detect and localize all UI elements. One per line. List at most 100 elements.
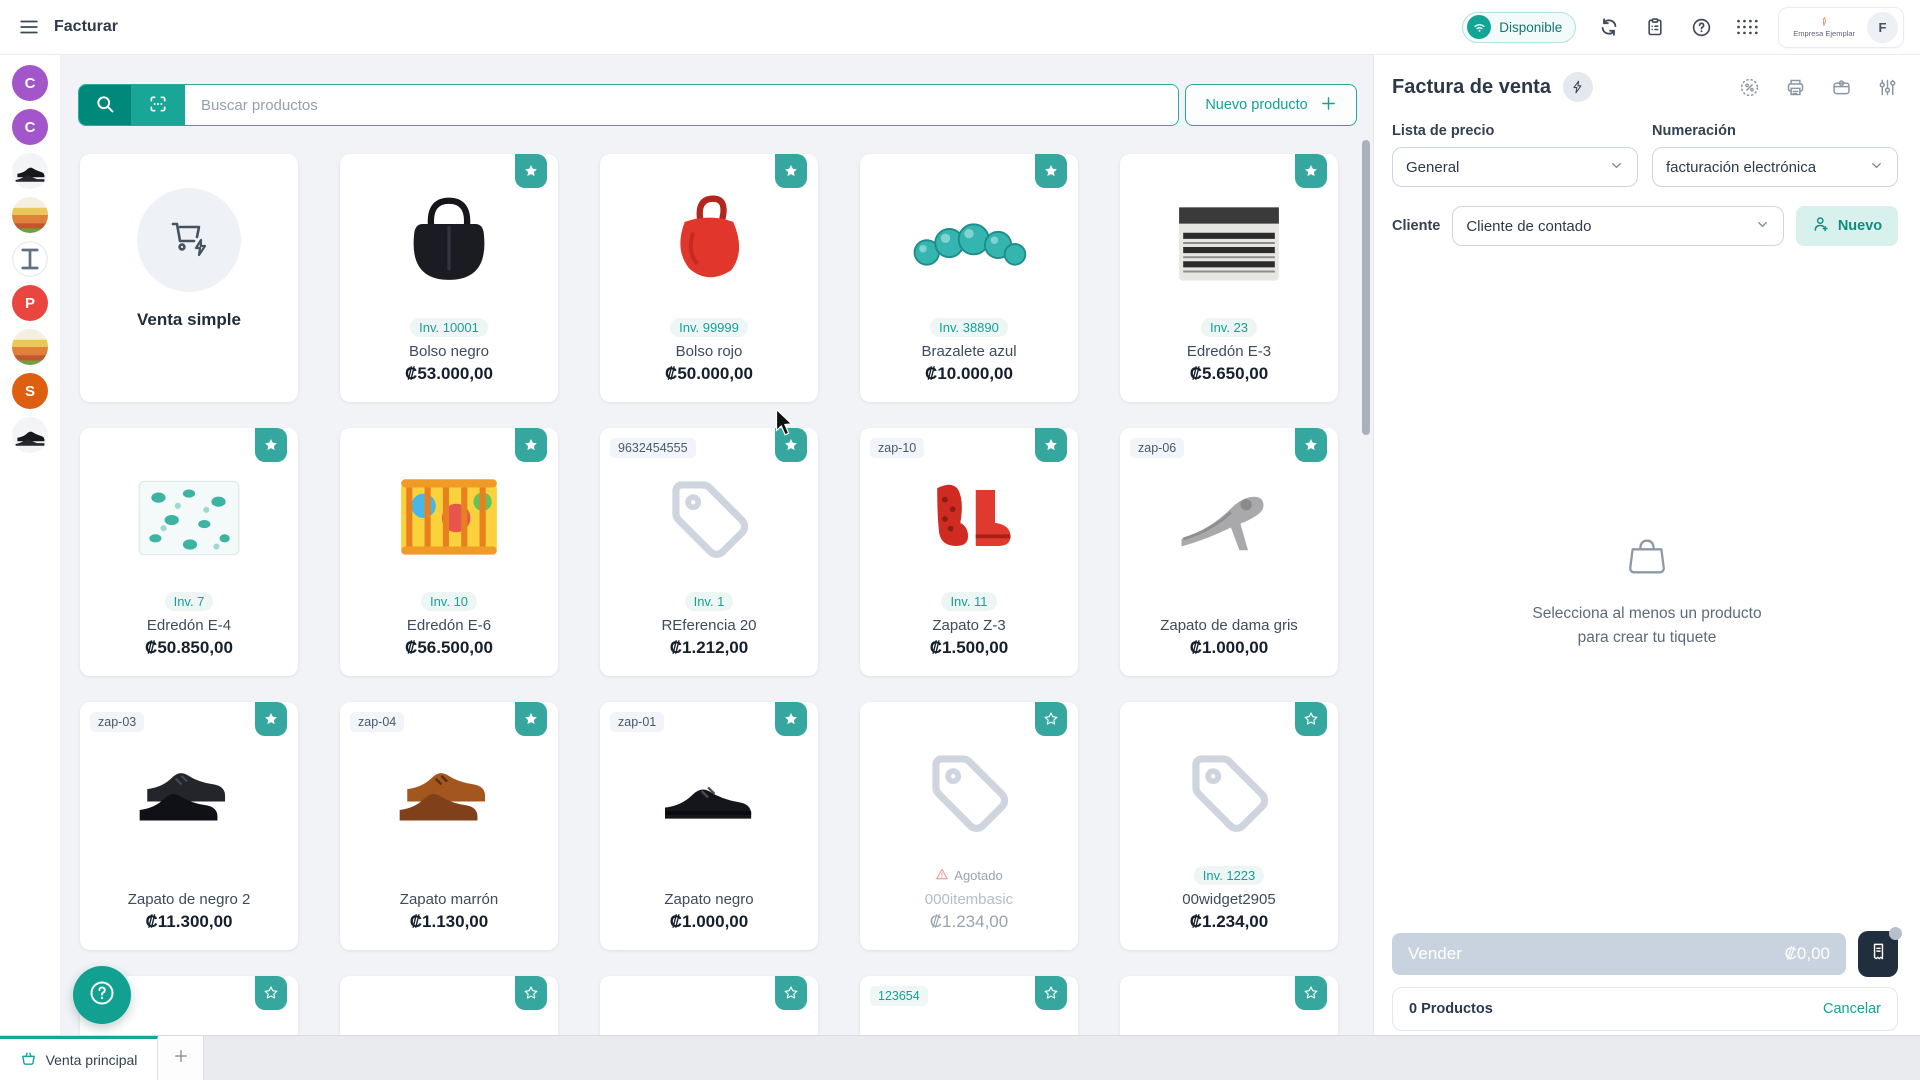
ticket-button[interactable]: [1858, 931, 1898, 977]
invoice-title: Factura de venta: [1392, 76, 1551, 99]
search-input[interactable]: [185, 85, 1178, 125]
venta-simple-label: Venta simple: [80, 310, 298, 330]
numbering-field: Numeración facturación electrónica: [1652, 123, 1898, 187]
search-button[interactable]: [79, 85, 131, 125]
product-meta: Inv. 1 REferencia 20 ₡1.212,00: [606, 590, 812, 658]
product-card[interactable]: [340, 976, 558, 1035]
cash-drawer-icon[interactable]: [1830, 76, 1852, 98]
product-card[interactable]: [1120, 976, 1338, 1035]
product-price: ₡50.850,00: [86, 638, 292, 658]
apps-grid-icon[interactable]: [1734, 14, 1760, 40]
receipt-icon: [1869, 942, 1888, 966]
product-image: [340, 444, 558, 592]
sidebar-category-avatar[interactable]: P: [12, 285, 48, 321]
settings-sliders-icon[interactable]: [1876, 76, 1898, 98]
inventory-line: [346, 864, 552, 886]
product-name: Zapato de dama gris: [1126, 617, 1332, 634]
tab-label: Venta principal: [46, 1052, 138, 1068]
product-meta: Inv. 10001 Bolso negro ₡53.000,00: [346, 316, 552, 384]
product-card[interactable]: zap-06 Zapato de dama gris ₡1.000,00: [1120, 428, 1338, 676]
category-sidebar: CC P S: [0, 55, 60, 1035]
out-of-stock-label: Agotado: [935, 867, 1002, 884]
sell-label: Vender: [1408, 944, 1462, 964]
product-price: ₡56.500,00: [346, 638, 552, 658]
product-image: [860, 718, 1078, 866]
product-card[interactable]: zap-10 Inv. 11 Zapato Z-3 ₡1.500,00: [860, 428, 1078, 676]
person-plus-icon: [1812, 215, 1830, 237]
sidebar-category-avatar[interactable]: C: [12, 109, 48, 145]
sidebar-category-avatar[interactable]: [12, 241, 48, 277]
product-card[interactable]: Inv. 23 Edredón E-3 ₡5.650,00: [1120, 154, 1338, 402]
status-badge[interactable]: Disponible: [1462, 12, 1576, 43]
quick-sale-circle: [137, 188, 241, 292]
sidebar-category-avatar[interactable]: [12, 153, 48, 189]
print-icon[interactable]: [1784, 76, 1806, 98]
product-card[interactable]: Agotado 000itembasic ₡1.234,00: [860, 702, 1078, 950]
product-name: Zapato Z-3: [866, 617, 1072, 634]
lightning-badge-icon[interactable]: [1563, 72, 1593, 102]
sidebar-category-avatar[interactable]: S: [12, 373, 48, 409]
sync-icon[interactable]: [1596, 14, 1622, 40]
company-logo: Empresa Ejemplar: [1793, 16, 1855, 38]
price-list-label: Lista de precio: [1392, 123, 1638, 139]
new-client-button[interactable]: Nuevo: [1796, 206, 1898, 246]
numbering-select[interactable]: facturación electrónica: [1652, 147, 1898, 187]
inventory-line: Inv. 11: [866, 590, 1072, 612]
product-card[interactable]: Inv. 99999 Bolso rojo ₡50.000,00: [600, 154, 818, 402]
product-price: ₡50.000,00: [606, 364, 812, 384]
user-avatar[interactable]: F: [1867, 12, 1898, 43]
plus-icon: [1320, 95, 1337, 116]
sell-button[interactable]: Vender ₡0,00: [1392, 933, 1846, 975]
product-price: ₡1.130,00: [346, 912, 552, 932]
product-card[interactable]: Inv. 10 Edredón E-6 ₡56.500,00: [340, 428, 558, 676]
tab-venta-principal[interactable]: Venta principal: [0, 1036, 158, 1080]
invoice-panel: Factura de venta List: [1373, 55, 1920, 1035]
product-name: Zapato negro: [606, 891, 812, 908]
product-card[interactable]: zap-01 Zapato negro ₡1.000,00: [600, 702, 818, 950]
product-price: ₡1.500,00: [866, 638, 1072, 658]
new-product-label: Nuevo producto: [1205, 97, 1307, 113]
numbering-value: facturación electrónica: [1666, 159, 1816, 176]
sidebar-category-avatar[interactable]: [12, 329, 48, 365]
product-card[interactable]: zap-04 Zapato marrón ₡1.130,00: [340, 702, 558, 950]
product-card[interactable]: Inv. 10001 Bolso negro ₡53.000,00: [340, 154, 558, 402]
price-list-select[interactable]: General: [1392, 147, 1638, 187]
product-card[interactable]: 9632454555 Inv. 1 REferencia 20 ₡1.212,0…: [600, 428, 818, 676]
help-fab-button[interactable]: [73, 966, 131, 1024]
venta-simple-card[interactable]: Venta simple: [80, 154, 298, 402]
product-card[interactable]: Inv. 7 Edredón E-4 ₡50.850,00: [80, 428, 298, 676]
product-card[interactable]: zap-03 Zapato de negro 2 ₡11.300,00: [80, 702, 298, 950]
sidebar-category-avatar[interactable]: [12, 197, 48, 233]
product-card[interactable]: [600, 976, 818, 1035]
sidebar-category-avatar[interactable]: [12, 417, 48, 453]
clipboard-icon[interactable]: [1642, 14, 1668, 40]
menu-icon[interactable]: [16, 14, 42, 40]
inventory-badge: Inv. 1223: [1194, 866, 1265, 885]
warning-icon: [935, 867, 949, 884]
barcode-scan-icon: [148, 94, 168, 117]
barcode-scan-button[interactable]: [131, 85, 185, 125]
product-meta: Inv. 38890 Brazalete azul ₡10.000,00: [866, 316, 1072, 384]
scrollbar-thumb[interactable]: [1362, 140, 1370, 435]
product-meta: Agotado 000itembasic ₡1.234,00: [866, 864, 1072, 932]
product-card[interactable]: 123654: [860, 976, 1078, 1035]
product-grid: Venta simple Inv. 10001 Bolso negro ₡53.…: [80, 154, 1338, 1035]
product-image: [340, 992, 558, 1035]
product-image: [1120, 718, 1338, 866]
sales-tabbar: Venta principal: [0, 1035, 1920, 1080]
inventory-line: [86, 864, 292, 886]
invoice-actions: [1738, 76, 1898, 98]
product-name: Bolso rojo: [606, 343, 812, 360]
account-menu[interactable]: Empresa Ejemplar F: [1778, 7, 1904, 48]
client-select[interactable]: Cliente de contado: [1452, 206, 1784, 246]
product-card[interactable]: Inv. 38890 Brazalete azul ₡10.000,00: [860, 154, 1078, 402]
sidebar-category-avatar[interactable]: C: [12, 65, 48, 101]
cancel-button[interactable]: Cancelar: [1823, 1001, 1881, 1017]
product-card[interactable]: Inv. 1223 00widget2905 ₡1.234,00: [1120, 702, 1338, 950]
add-tab-button[interactable]: [158, 1036, 204, 1080]
new-product-button[interactable]: Nuevo producto: [1185, 84, 1357, 126]
product-price: ₡53.000,00: [346, 364, 552, 384]
product-image: [860, 992, 1078, 1035]
help-icon[interactable]: [1688, 14, 1714, 40]
discount-icon[interactable]: [1738, 76, 1760, 98]
